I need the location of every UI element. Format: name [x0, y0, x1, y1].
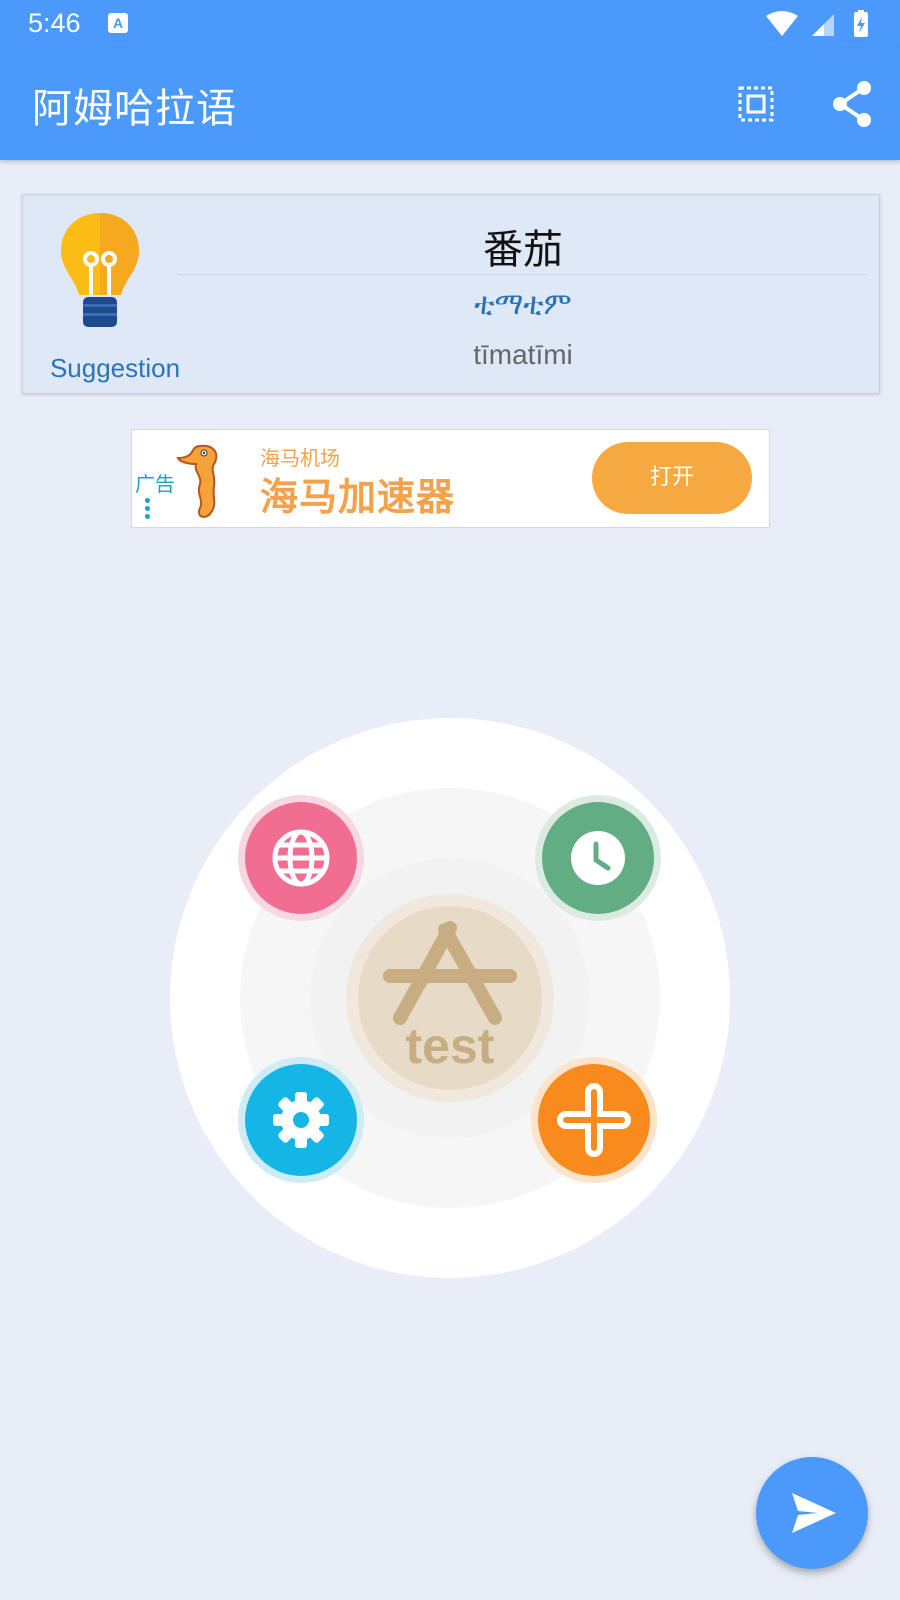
menu-wheel: test: [170, 718, 730, 1278]
globe-button[interactable]: [238, 795, 364, 921]
ad-tag: 广告: [135, 472, 175, 496]
send-fab-button[interactable]: [756, 1457, 868, 1569]
send-icon: [792, 1493, 836, 1533]
a-icon: A: [108, 13, 128, 33]
lightbulb-icon: [61, 213, 139, 327]
history-button[interactable]: [535, 795, 661, 921]
fullscreen-icon: [738, 86, 774, 122]
app-title: 阿姆哈拉语: [32, 86, 237, 132]
system-status-icons: [766, 10, 868, 37]
suggestion-card[interactable]: Suggestion 番茄 ቲማቲም tīmatīmi: [22, 194, 880, 394]
gear-icon: [273, 1092, 329, 1148]
clock-icon: [571, 831, 625, 885]
ad-more-icon[interactable]: [145, 498, 151, 522]
test-center-button[interactable]: test: [346, 894, 554, 1102]
ad-open-button[interactable]: 打开: [592, 442, 752, 514]
battery-icon: [854, 10, 868, 37]
status-bar: 5:46 A: [0, 0, 900, 48]
suggestion-label: Suggestion: [49, 353, 181, 383]
app-bar: 阿姆哈拉语: [0, 48, 900, 160]
translation-text: ቲማቲም: [474, 287, 572, 322]
fullscreen-button[interactable]: [730, 78, 782, 130]
seahorse-logo-icon: [176, 444, 218, 518]
share-icon: [833, 81, 871, 127]
center-label: test: [406, 1018, 495, 1074]
share-button[interactable]: [826, 78, 878, 130]
wifi-icon: [766, 11, 798, 36]
settings-button[interactable]: [238, 1057, 364, 1183]
add-button[interactable]: [531, 1057, 657, 1183]
ad-title: 海马加速器: [260, 475, 456, 519]
status-time: 5:46: [28, 8, 81, 38]
divider: [178, 274, 868, 275]
source-word: 番茄: [483, 227, 563, 273]
ad-banner[interactable]: 广告 海马机场 海马加速器 打开: [131, 429, 770, 528]
romanization-text: tīmatīmi: [473, 339, 573, 370]
signal-icon: [812, 14, 834, 36]
